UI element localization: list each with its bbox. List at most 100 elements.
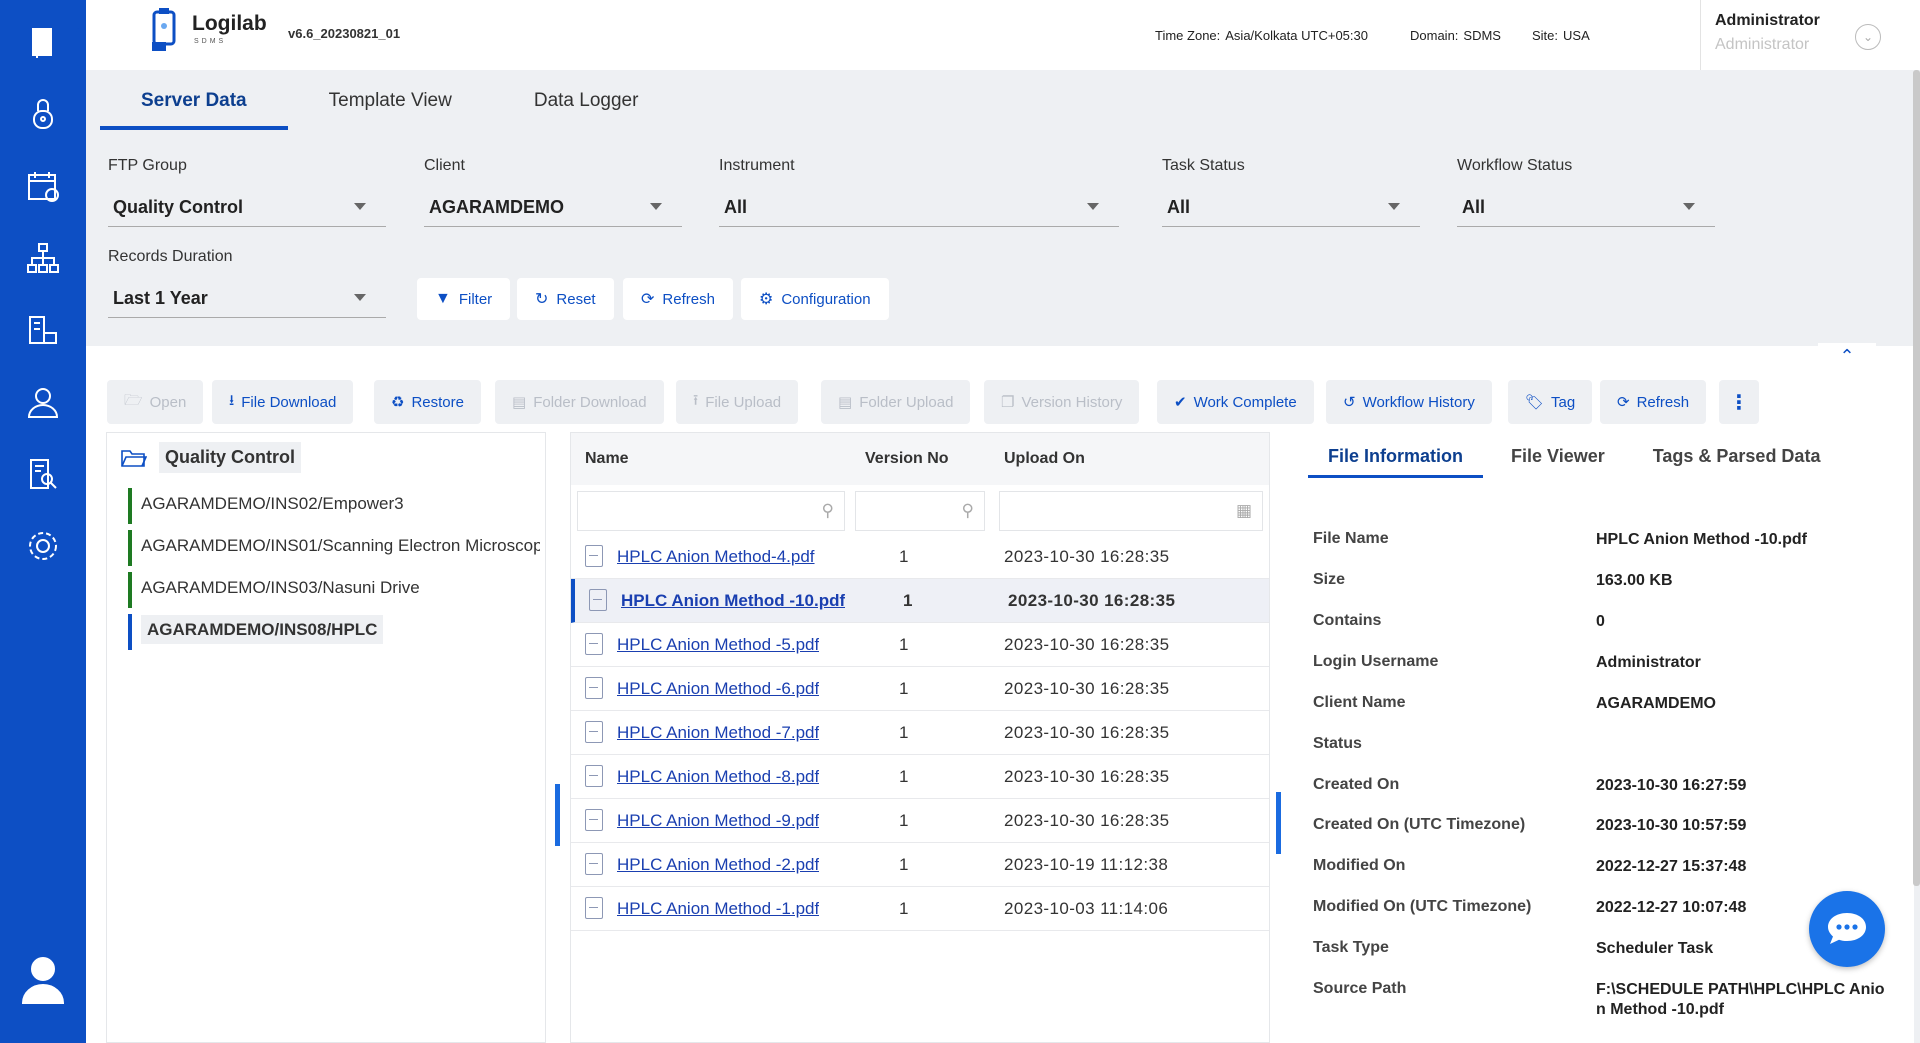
splitter-handle[interactable] [555, 784, 560, 846]
file-download-label: File Download [241, 393, 337, 411]
file-name-link[interactable]: HPLC Anion Method -2.pdf [617, 855, 819, 875]
pdf-file-icon [585, 809, 603, 831]
book-icon[interactable] [23, 22, 63, 62]
records-duration-select[interactable]: Last 1 Year [108, 278, 386, 318]
lock-icon[interactable] [23, 94, 63, 134]
instrument-select[interactable]: All [719, 187, 1119, 227]
file-name-link[interactable]: HPLC Anion Method -10.pdf [621, 591, 845, 611]
tab-file-viewer[interactable]: File Viewer [1491, 442, 1625, 478]
refresh-toolbar-button[interactable]: ⟳ Refresh [1600, 380, 1707, 424]
version-cell: 1 [899, 899, 909, 918]
tag-button[interactable]: 🏷 Tag [1508, 380, 1593, 424]
folder-upload-button[interactable]: ▤ Folder Upload [821, 380, 971, 424]
tab-tags-parsed-data[interactable]: Tags & Parsed Data [1633, 442, 1841, 478]
calendar-icon[interactable] [23, 166, 63, 206]
domain-info: Domain: SDMS [1410, 28, 1501, 43]
tree-root[interactable]: Quality Control [121, 442, 301, 473]
tree-item-selected[interactable]: AGARAMDEMO/INS08/HPLC [128, 614, 392, 650]
open-button[interactable]: 🗁 Open [107, 380, 204, 424]
client-select[interactable]: AGARAMDEMO [424, 187, 682, 227]
file-name-link[interactable]: HPLC Anion Method -7.pdf [617, 723, 819, 743]
settings-icon[interactable] [23, 526, 63, 566]
tree-item[interactable]: AGARAMDEMO/INS01/Scanning Electron Micro… [128, 530, 540, 566]
report-search-icon[interactable] [23, 454, 63, 494]
restore-label: Restore [411, 393, 464, 411]
info-value: AGARAMDEMO [1596, 695, 1716, 712]
site-info: Site: USA [1532, 28, 1590, 43]
table-row[interactable]: HPLC Anion Method -7.pdf 1 2023-10-30 16:2… [571, 711, 1269, 755]
upload-cell: 2023-10-30 16:28:35 [1004, 679, 1170, 698]
work-complete-button[interactable]: ✔ Work Complete [1157, 380, 1314, 424]
info-key: Task Type [1313, 939, 1389, 956]
version-filter-input[interactable]: ⚲ [855, 491, 985, 531]
file-name-link[interactable]: HPLC Anion Method -8.pdf [617, 767, 819, 787]
gear-icon: ⚙ [759, 291, 774, 308]
table-row[interactable]: HPLC Anion Method -8.pdf 1 2023-10-30 16:2… [571, 755, 1269, 799]
refresh-filter-button[interactable]: ⟳ Refresh [623, 278, 733, 320]
table-row-selected[interactable]: HPLC Anion Method -10.pdf 1 2023-10-30 16:… [571, 579, 1269, 623]
search-icon: ⚲ [821, 501, 834, 520]
user-icon[interactable] [23, 382, 63, 422]
splitter-handle[interactable] [1276, 792, 1281, 854]
reset-button[interactable]: ↻ Reset [517, 278, 614, 320]
site-label: Site: [1532, 28, 1559, 43]
table-row[interactable]: HPLC Anion Method -9.pdf 1 2023-10-30 16:2… [571, 799, 1269, 843]
tab-template-view[interactable]: Template View [288, 80, 493, 130]
info-tabs: File Information File Viewer Tags & Pars… [1308, 442, 1848, 478]
ftp-group-select[interactable]: Quality Control [108, 187, 386, 227]
task-status-select[interactable]: All [1162, 187, 1420, 227]
tab-file-information[interactable]: File Information [1308, 442, 1483, 478]
tab-server-data[interactable]: Server Data [100, 80, 288, 130]
file-name-link[interactable]: HPLC Anion Method-4.pdf [617, 547, 815, 567]
column-header-upload[interactable]: Upload On [1004, 450, 1085, 468]
hierarchy-icon[interactable] [23, 238, 63, 278]
file-name-link[interactable]: HPLC Anion Method -6.pdf [617, 679, 819, 699]
table-row[interactable]: HPLC Anion Method -1.pdf 1 2023-10-03 11:1… [571, 887, 1269, 931]
file-upload-button[interactable]: ⭱ File Upload [676, 380, 799, 424]
version-cell: 1 [899, 679, 909, 698]
file-name-link[interactable]: HPLC Anion Method -5.pdf [617, 635, 819, 655]
configuration-button-label: Configuration [781, 290, 871, 308]
file-name-link[interactable]: HPLC Anion Method -9.pdf [617, 811, 819, 831]
table-row[interactable]: HPLC Anion Method -6.pdf 1 2023-10-30 16:2… [571, 667, 1269, 711]
info-value: 0 [1596, 613, 1605, 630]
table-row[interactable]: HPLC Anion Method -2.pdf 1 2023-10-19 11:1… [571, 843, 1269, 887]
more-options-button[interactable]: ⋮ [1719, 380, 1759, 424]
column-header-name[interactable]: Name [585, 450, 629, 468]
file-name-link[interactable]: HPLC Anion Method -1.pdf [617, 899, 819, 919]
tree-item[interactable]: AGARAMDEMO/INS02/Empower3 [128, 488, 413, 524]
folder-download-button[interactable]: ▤ Folder Download [495, 380, 664, 424]
name-filter-input[interactable]: ⚲ [577, 491, 845, 531]
info-key: Created On (UTC Timezone) [1313, 816, 1526, 833]
configuration-button[interactable]: ⚙ Configuration [741, 278, 889, 320]
upload-filter-input[interactable]: ▦ [999, 491, 1263, 531]
tree-item-label: AGARAMDEMO/INS02/Empower3 [141, 494, 404, 513]
version-history-button[interactable]: ❐ Version History [984, 380, 1140, 424]
workflow-status-select[interactable]: All [1457, 187, 1715, 227]
calendar-icon[interactable]: ▦ [1236, 501, 1252, 521]
user-menu[interactable]: Administrator Administrator ⌄ [1700, 0, 1920, 70]
folder-open-icon: 🗁 [124, 391, 143, 409]
file-download-button[interactable]: ⭳ File Download [212, 380, 354, 424]
filter-button[interactable]: ▼ Filter [417, 278, 511, 320]
workflow-history-button[interactable]: ↺ Workflow History [1326, 380, 1492, 424]
tab-data-logger[interactable]: Data Logger [493, 80, 680, 130]
collapse-filters-button[interactable]: ⌃ [1818, 343, 1876, 369]
version-cell: 1 [899, 635, 909, 654]
pdf-file-icon [585, 897, 603, 919]
file-grid: Name Version No Upload On ⚲ ⚲ ▦ HPLC Ani… [570, 432, 1270, 1043]
profile-avatar-icon[interactable] [18, 955, 68, 1005]
chevron-down-icon[interactable]: ⌄ [1855, 24, 1881, 50]
column-header-version[interactable]: Version No [865, 450, 949, 468]
tag-label: Tag [1551, 393, 1576, 411]
table-row[interactable]: HPLC Anion Method-4.pdf 1 2023-10-30 16:28… [571, 535, 1269, 579]
chat-button[interactable] [1809, 891, 1885, 967]
reset-button-label: Reset [556, 290, 596, 308]
header: Logilab SDMS v6.6_20230821_01 Time Zone:… [86, 0, 1920, 70]
table-row[interactable]: HPLC Anion Method -5.pdf 1 2023-10-30 16:2… [571, 623, 1269, 667]
data-icon[interactable] [23, 310, 63, 350]
tree-item[interactable]: AGARAMDEMO/INS03/Nasuni Drive [128, 572, 429, 608]
chevron-up-icon: ⌃ [1839, 345, 1855, 366]
restore-button[interactable]: ♻ Restore [374, 380, 481, 424]
page-scrollbar[interactable] [1913, 70, 1920, 886]
